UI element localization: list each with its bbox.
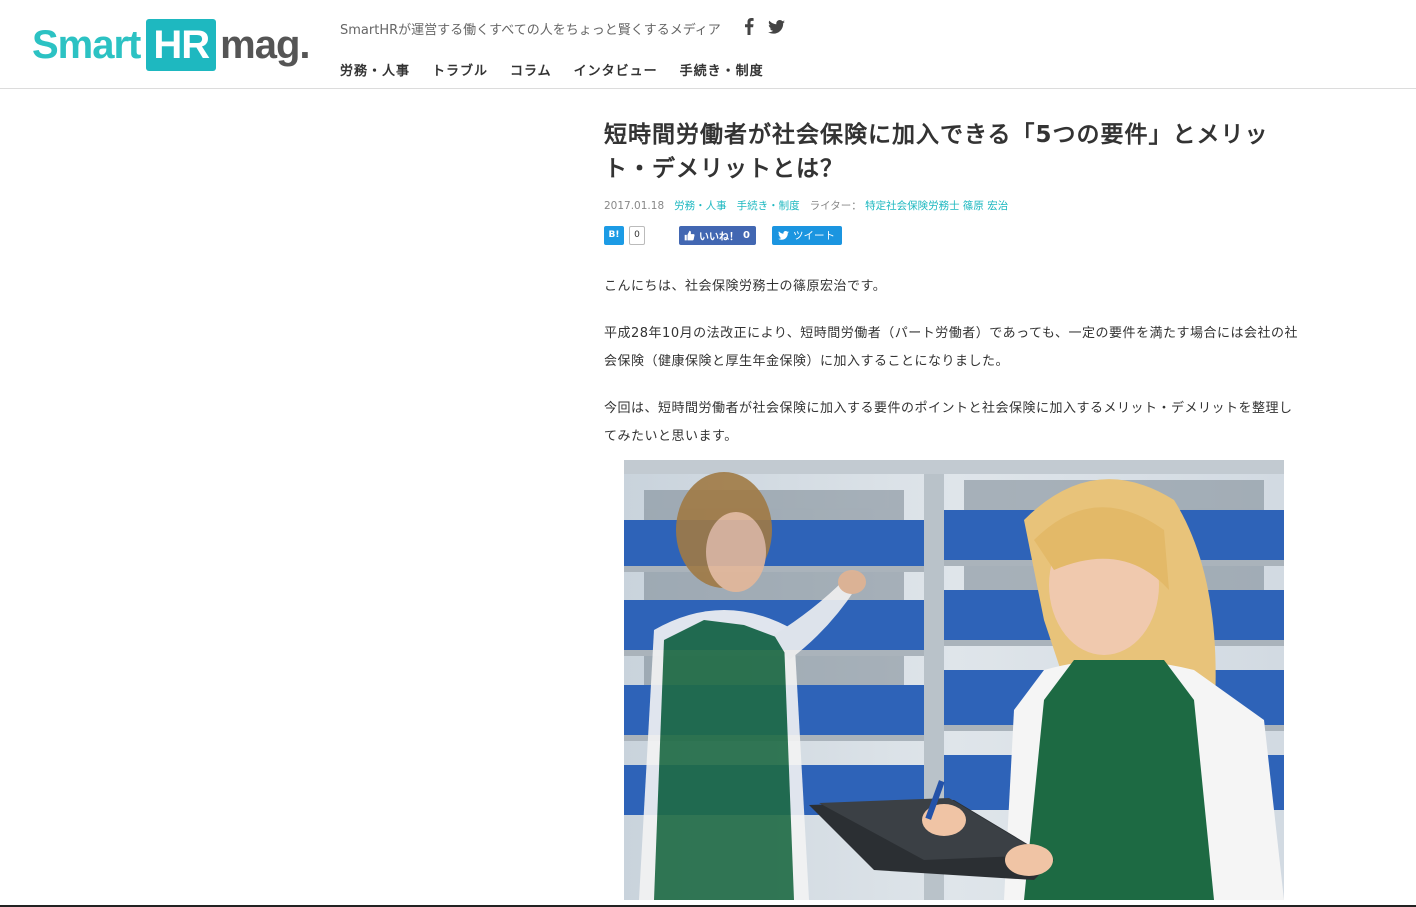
article: 短時間労働者が社会保険に加入できる「5つの要件」とメリット・デメリットとは？ 2… (604, 118, 1304, 470)
site-tagline: SmartHRが運営する働くすべての人をちょっと賢くするメディア (340, 23, 721, 38)
logo-mag: mag. (220, 22, 310, 67)
facebook-like-count: 0 (743, 230, 750, 241)
logo-smart: Smart (32, 22, 141, 67)
header-social-links (744, 18, 785, 35)
facebook-like-button[interactable]: いいね！ 0 (679, 226, 756, 245)
tweet-label: ツイート (793, 230, 835, 242)
writer-link[interactable]: 特定社会保険労務士 篠原 宏治 (865, 200, 1008, 212)
hatena-count: 0 (629, 226, 645, 245)
nav-item-trouble[interactable]: トラブル (432, 60, 488, 79)
logo-hr: HR (146, 19, 217, 71)
category-link-labor[interactable]: 労務・人事 (674, 200, 727, 212)
nav-item-procedures[interactable]: 手続き・制度 (680, 60, 764, 79)
share-buttons: B! 0 いいね！ 0 ツイート (604, 225, 1304, 247)
facebook-icon[interactable] (744, 18, 754, 35)
tweet-button[interactable]: ツイート (772, 226, 842, 245)
hatena-icon: B! (604, 226, 624, 245)
article-title: 短時間労働者が社会保険に加入できる「5つの要件」とメリット・デメリットとは？ (604, 122, 1269, 182)
facebook-like-label: いいね！ (699, 232, 739, 243)
twitter-icon[interactable] (768, 19, 785, 34)
paragraph-purpose: 今回は、短時間労働者が社会保険に加入する要件のポイントと社会保険に加入するメリッ… (604, 401, 1293, 444)
nav-item-labor[interactable]: 労務・人事 (340, 60, 410, 79)
paragraph-law-change: 平成28年10月の法改正により、短時間労働者（パート労働者）であっても、一定の要… (604, 326, 1298, 369)
warehouse-workers-illustration (624, 460, 1284, 900)
nav-item-column[interactable]: コラム (510, 60, 552, 79)
article-meta: 2017.01.18 労務・人事 手続き・制度 ライター： 特定社会保険労務士 … (604, 198, 1304, 213)
article-date: 2017.01.18 (604, 199, 665, 212)
category-link-procedures[interactable]: 手続き・制度 (737, 200, 800, 212)
main-nav: 労務・人事 トラブル コラム インタビュー 手続き・制度 (340, 60, 764, 79)
hatena-bookmark-button[interactable]: B! 0 (604, 226, 645, 245)
writer-label: ライター： (809, 200, 862, 212)
article-body: こんにちは、社会保険労務士の篠原宏治です。 平成28年10月の法改正により、短時… (604, 273, 1304, 451)
site-logo[interactable]: Smart HR mag. (32, 18, 311, 72)
nav-item-interview[interactable]: インタビュー (574, 60, 658, 79)
twitter-bird-icon (778, 231, 789, 240)
paragraph-intro: こんにちは、社会保険労務士の篠原宏治です。 (604, 279, 887, 294)
thumbs-up-icon (684, 230, 695, 241)
article-hero-image (624, 460, 1284, 900)
site-header: Smart HR mag. SmartHRが運営する働くすべての人をちょっと賢く… (0, 0, 1416, 89)
